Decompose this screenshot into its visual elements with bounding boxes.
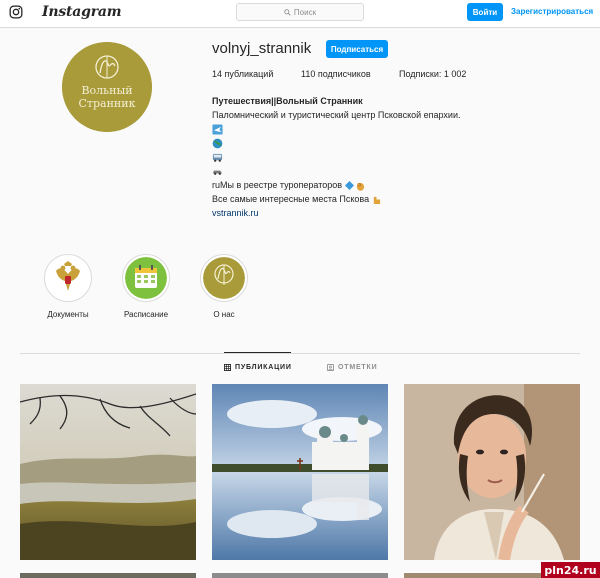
highlight-ring xyxy=(44,254,92,302)
tab-posts-label: ПУБЛИКАЦИИ xyxy=(235,364,292,371)
post-tile-monastery[interactable] xyxy=(212,384,388,560)
following-count[interactable]: Подписки: 1 002 xyxy=(399,69,466,79)
highlight-label: Документы xyxy=(47,310,89,319)
highlight-documents[interactable]: Документы xyxy=(33,254,103,319)
follow-button[interactable]: Подписаться xyxy=(326,40,388,58)
globe-icon xyxy=(212,138,223,149)
pointing-hand-icon xyxy=(373,196,380,204)
diamond-icon xyxy=(344,181,354,191)
tab-tagged[interactable]: ОТМЕТКИ xyxy=(327,364,377,371)
avatar-logo-line2: Странник xyxy=(79,97,136,110)
next-row-strip xyxy=(20,573,580,578)
bio-places-text: Все самые интересные места Пскова xyxy=(212,194,370,204)
highlight-schedule[interactable]: Расписание xyxy=(111,254,181,319)
volnyj-strannik-logo-icon xyxy=(203,257,245,299)
highlight-about[interactable]: О нас xyxy=(189,254,259,319)
login-button[interactable]: Войти xyxy=(467,3,503,21)
bio-emoji-row-4 xyxy=(212,164,512,178)
pln24-watermark: pln24.ru xyxy=(541,562,600,578)
bio-emoji-row-2 xyxy=(212,136,512,150)
bio-website-link[interactable]: vstrannik.ru xyxy=(212,206,512,220)
tabs-divider xyxy=(20,353,580,354)
bio-places-line: Все самые интересные места Пскова xyxy=(212,192,512,206)
instagram-glyph-icon[interactable] xyxy=(9,5,23,19)
car-icon xyxy=(212,170,223,176)
monastery-photo xyxy=(212,384,388,560)
highlight-label: О нас xyxy=(213,310,235,319)
top-navigation-bar: Instagram Поиск Войти Зарегистрироваться xyxy=(0,0,600,28)
post-tile-portrait[interactable] xyxy=(404,384,580,560)
coat-of-arms-icon xyxy=(47,257,89,299)
search-icon xyxy=(284,8,291,16)
bio-registry-text: ruМы в реестре туроператоров xyxy=(212,180,343,190)
posts-count: 14 публикаций xyxy=(212,69,274,79)
bio-registry-line: ruМы в реестре туроператоров xyxy=(212,178,512,192)
tab-posts[interactable]: ПУБЛИКАЦИИ xyxy=(224,364,292,371)
profile-bio: Путешествия||Вольный Странник Паломничес… xyxy=(212,94,512,220)
bio-emoji-row-3 xyxy=(212,150,512,164)
register-link[interactable]: Зарегистрироваться xyxy=(511,7,593,16)
volnyj-strannik-logo-icon: Вольный Странник xyxy=(62,42,152,132)
avatar-logo-line1: Вольный xyxy=(81,84,132,97)
search-input[interactable]: Поиск xyxy=(236,3,364,21)
ok-hand-icon xyxy=(356,182,365,191)
profile-username: volnyj_strannik xyxy=(212,40,312,57)
highlight-label: Расписание xyxy=(123,310,169,319)
tag-icon xyxy=(327,364,334,371)
profile-avatar[interactable]: Вольный Странник xyxy=(62,42,152,132)
instagram-logo-text[interactable]: Instagram xyxy=(42,4,122,20)
bus-icon xyxy=(212,153,223,162)
highlight-ring xyxy=(122,254,170,302)
search-placeholder: Поиск xyxy=(293,7,317,17)
post-tile-landscape[interactable] xyxy=(20,384,196,560)
calendar-icon xyxy=(125,257,167,299)
bio-emoji-row-1 xyxy=(212,122,512,136)
portrait-photo xyxy=(404,384,580,560)
bio-name: Путешествия||Вольный Странник xyxy=(212,96,363,106)
active-tab-indicator xyxy=(224,352,291,353)
highlight-cover xyxy=(203,257,245,299)
highlight-cover xyxy=(47,257,89,299)
landscape-photo xyxy=(20,384,196,560)
highlight-ring xyxy=(200,254,248,302)
bio-description: Паломнический и туристический центр Пско… xyxy=(212,110,461,120)
airplane-icon xyxy=(212,124,223,135)
grid-icon xyxy=(224,364,231,371)
highlight-cover xyxy=(125,257,167,299)
followers-count[interactable]: 110 подписчиков xyxy=(301,69,371,79)
tab-tagged-label: ОТМЕТКИ xyxy=(338,364,378,371)
